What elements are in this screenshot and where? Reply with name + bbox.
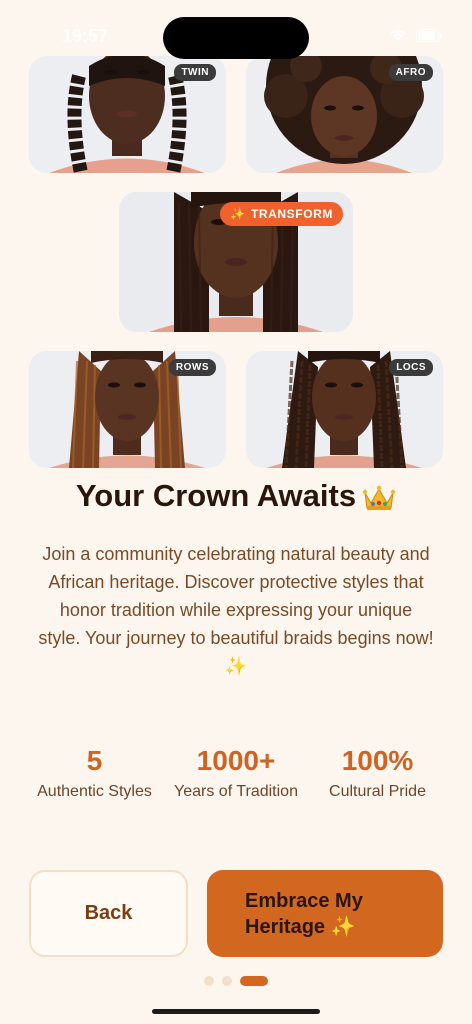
style-tag: ROWS xyxy=(168,359,216,376)
stat-value: 1000+ xyxy=(196,745,276,776)
stat-styles: 5 Authentic Styles xyxy=(24,745,165,801)
back-button[interactable]: Back xyxy=(29,870,188,957)
page-dot-active[interactable] xyxy=(240,976,268,986)
pagination-dots xyxy=(0,976,472,986)
stat-value: 5 xyxy=(86,745,103,776)
stat-pride: 100% Cultural Pride xyxy=(307,745,448,801)
stat-tradition: 1000+ Years of Tradition xyxy=(166,745,307,801)
style-photo-locs[interactable]: LOCS xyxy=(246,351,443,468)
stat-label: Years of Tradition xyxy=(174,783,298,800)
battery-icon xyxy=(416,29,442,42)
transform-badge-label: TRANSFORM xyxy=(250,207,333,221)
page-title-text: Your Crown Awaits xyxy=(75,478,357,513)
stats-row: 5 Authentic Styles 1000+ Years of Tradit… xyxy=(24,745,448,801)
style-photo-rows[interactable]: ROWS xyxy=(29,351,226,468)
style-photo-transform[interactable]: ✨ TRANSFORM xyxy=(119,192,353,332)
style-tag: LOCS xyxy=(389,359,433,376)
wifi-icon xyxy=(390,30,406,41)
crown-icon xyxy=(362,485,396,510)
status-time: 19:57 xyxy=(62,26,109,46)
dynamic-island xyxy=(163,17,309,59)
sparkles-icon: ✨ xyxy=(230,207,246,221)
status-icons xyxy=(388,28,442,43)
style-tag: TWIN xyxy=(174,64,216,81)
style-photo-twin[interactable]: TWIN xyxy=(29,56,226,173)
stat-label: Cultural Pride xyxy=(329,783,426,800)
stat-value: 100% xyxy=(341,745,414,776)
home-indicator[interactable] xyxy=(152,1009,320,1014)
style-tag: AFRO xyxy=(388,64,433,81)
description: Join a community celebrating natural bea… xyxy=(38,544,434,676)
page-dot[interactable] xyxy=(222,976,232,986)
style-photo-afro[interactable]: AFRO xyxy=(246,56,443,173)
embrace-heritage-button[interactable]: Embrace My Heritage ✨ xyxy=(207,870,443,957)
page-title: Your Crown Awaits xyxy=(0,478,472,514)
stat-label: Authentic Styles xyxy=(37,783,152,800)
status-bar: 19:57 xyxy=(0,0,472,59)
transform-badge: ✨ TRANSFORM xyxy=(220,202,343,226)
page-dot[interactable] xyxy=(204,976,214,986)
